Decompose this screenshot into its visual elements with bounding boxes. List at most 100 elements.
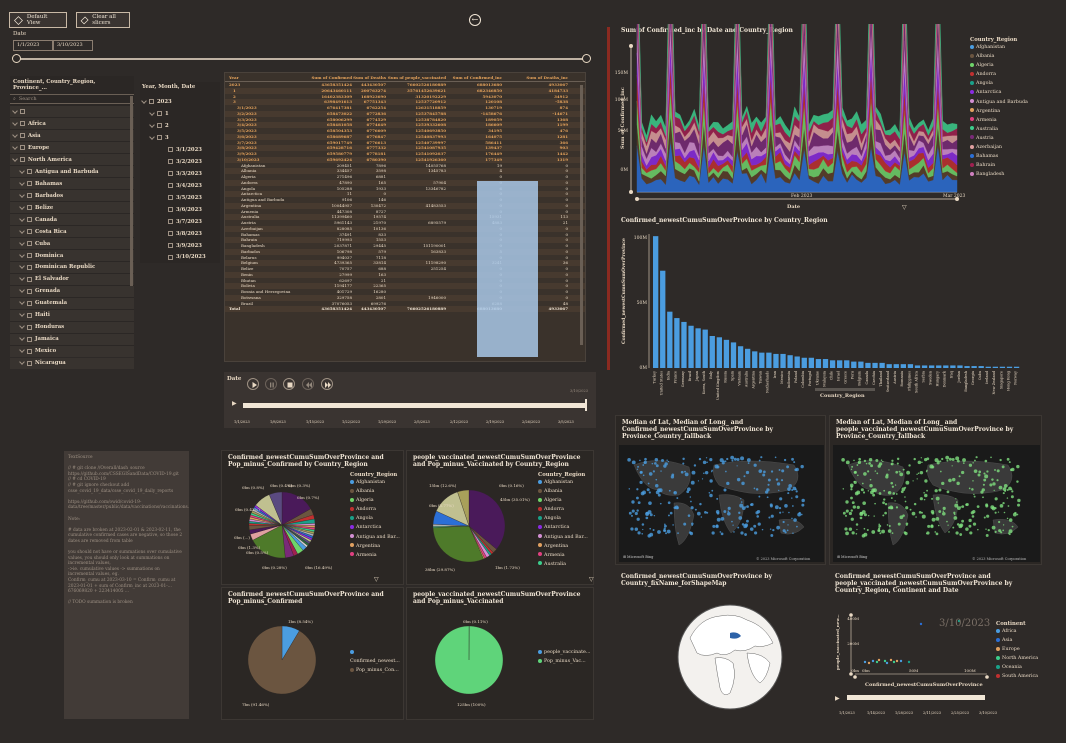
slicer-item[interactable]: Haiti: [10, 309, 134, 322]
checkbox[interactable]: [27, 241, 32, 247]
checkbox[interactable]: [27, 336, 32, 342]
slicer-item[interactable]: Jamaica: [10, 333, 134, 346]
legend-item[interactable]: Africa: [996, 627, 1038, 636]
legend-item[interactable]: Albania: [350, 487, 400, 496]
legend-item[interactable]: Bahamas: [970, 152, 1028, 161]
end-date-input[interactable]: 3/10/2023: [53, 40, 93, 51]
world-map-vaccinated[interactable]: ⊞ Microsoft Bing: [833, 445, 1040, 562]
checkbox[interactable]: [27, 217, 32, 223]
legend-item[interactable]: Angola: [970, 79, 1028, 88]
globe-shape-map[interactable]: [675, 598, 785, 716]
slicer-item[interactable]: Mexico: [10, 345, 134, 358]
checkbox[interactable]: [168, 195, 173, 201]
clear-slicers-button[interactable]: Clear all slicers: [76, 12, 130, 28]
geo-scrollbar[interactable]: [130, 96, 133, 286]
stop-button[interactable]: [283, 378, 295, 390]
slicer-item[interactable]: 3/9/2023: [140, 239, 220, 252]
slicer-item[interactable]: Canada: [10, 213, 134, 226]
legend-item[interactable]: Antarctica: [970, 88, 1028, 97]
checkbox[interactable]: [27, 300, 32, 306]
slicer-item[interactable]: 3: [140, 131, 220, 144]
slicer-item[interactable]: 3/6/2023: [140, 203, 220, 216]
legend-item[interactable]: Australia: [970, 125, 1028, 134]
play-axis-track[interactable]: [243, 403, 587, 408]
legend-item[interactable]: Argentina: [350, 542, 400, 551]
checkbox[interactable]: [168, 183, 173, 189]
chevron-down-icon[interactable]: ▽: [589, 576, 594, 583]
slicer-item[interactable]: 3/2/2023: [140, 155, 220, 168]
legend-item[interactable]: Oceania: [996, 663, 1038, 672]
slicer-item[interactable]: 3/10/2023: [140, 251, 220, 264]
slicer-item[interactable]: 3/4/2023: [140, 179, 220, 192]
legend-item[interactable]: Bangladesh: [970, 170, 1028, 179]
play-axis-handle[interactable]: [585, 399, 587, 411]
legend-item[interactable]: Austria: [970, 134, 1028, 143]
default-view-button[interactable]: Default View: [9, 12, 67, 28]
checkbox[interactable]: [20, 133, 25, 139]
checkbox[interactable]: [168, 171, 173, 177]
geo-search-input[interactable]: ⌕ Search: [10, 95, 134, 104]
checkbox[interactable]: [27, 348, 32, 354]
bar-chart[interactable]: ■■■■■■■■■■■■■■■■■■■■■■■■■■■■■■■■■■■■■■■■…: [615, 214, 1042, 404]
next-button[interactable]: [321, 378, 333, 390]
checkbox[interactable]: [27, 169, 32, 175]
legend-item[interactable]: North America: [996, 654, 1038, 663]
legend-item[interactable]: Afghanistan: [970, 43, 1028, 52]
slicer-item[interactable]: [10, 106, 134, 118]
checkbox[interactable]: [168, 243, 173, 248]
slicer-item[interactable]: Cuba: [10, 237, 134, 250]
legend-item[interactable]: Pop_minus_Vac...: [538, 657, 590, 666]
legend-item[interactable]: Antigua and Bar...: [350, 533, 400, 542]
slicer-item[interactable]: Honduras: [10, 321, 134, 334]
checkbox[interactable]: [27, 253, 32, 258]
checkbox[interactable]: [157, 135, 162, 141]
slicer-item[interactable]: 3/1/2023: [140, 143, 220, 156]
slicer-item[interactable]: Africa: [10, 117, 134, 130]
small-play-icon[interactable]: ▶: [835, 695, 840, 702]
checkbox[interactable]: [27, 312, 32, 318]
legend-item[interactable]: Armenia: [970, 116, 1028, 125]
slicer-item[interactable]: Europe: [10, 141, 134, 154]
legend-item[interactable]: Armenia: [538, 551, 588, 560]
checkbox[interactable]: [27, 360, 32, 366]
slicer-item[interactable]: Barbados: [10, 189, 134, 202]
world-map-confirmed[interactable]: ⊞ Microsoft Bing: [619, 445, 824, 562]
legend-item[interactable]: Confirmed_newest...: [350, 648, 403, 666]
legend-item[interactable]: Antigua and Barbuda: [970, 98, 1028, 107]
small-play-icon[interactable]: ▶: [232, 400, 237, 407]
start-date-input[interactable]: 1/1/2023: [13, 40, 53, 51]
legend-item[interactable]: Antigua and Bar...: [538, 533, 588, 542]
slicer-item[interactable]: Asia: [10, 129, 134, 142]
legend-item[interactable]: Argentina: [970, 107, 1028, 116]
checkbox[interactable]: [27, 324, 32, 330]
checkbox[interactable]: [168, 219, 173, 225]
legend-item[interactable]: South America: [996, 672, 1038, 681]
legend-item[interactable]: Albania: [538, 487, 588, 496]
checkbox[interactable]: [20, 145, 25, 151]
slicer-item[interactable]: 3/3/2023: [140, 167, 220, 180]
legend-item[interactable]: Albania: [970, 52, 1028, 61]
checkbox[interactable]: [168, 207, 173, 213]
legend-item[interactable]: Pop_minus_Con...: [350, 666, 403, 675]
legend-item[interactable]: Armenia: [350, 551, 400, 560]
checkbox[interactable]: [168, 231, 173, 237]
slicer-item[interactable]: 3/8/2023: [140, 227, 220, 240]
legend-item[interactable]: Afghanistan: [538, 478, 588, 487]
slicer-item[interactable]: Nicaragua: [10, 357, 134, 370]
legend-item[interactable]: Asia: [996, 636, 1038, 645]
chevron-down-icon[interactable]: ▽: [374, 576, 379, 583]
legend-item[interactable]: Afghanistan: [350, 478, 400, 487]
legend-item[interactable]: Algeria: [350, 496, 400, 505]
legend-item[interactable]: Algeria: [538, 496, 588, 505]
legend-item[interactable]: Azerbaijan: [970, 143, 1028, 152]
checkbox[interactable]: [157, 123, 162, 129]
slider-start-handle[interactable]: [12, 54, 21, 63]
slicer-item[interactable]: Belize: [10, 201, 134, 214]
date-range-slider[interactable]: [12, 54, 591, 63]
checkbox[interactable]: [20, 109, 25, 115]
chevron-down-icon[interactable]: ▽: [902, 204, 907, 211]
slicer-item[interactable]: Costa Rica: [10, 225, 134, 238]
legend-item[interactable]: people_vaccinate...: [538, 648, 590, 657]
legend-item[interactable]: Andorra: [538, 505, 588, 514]
pause-button[interactable]: [265, 378, 277, 390]
